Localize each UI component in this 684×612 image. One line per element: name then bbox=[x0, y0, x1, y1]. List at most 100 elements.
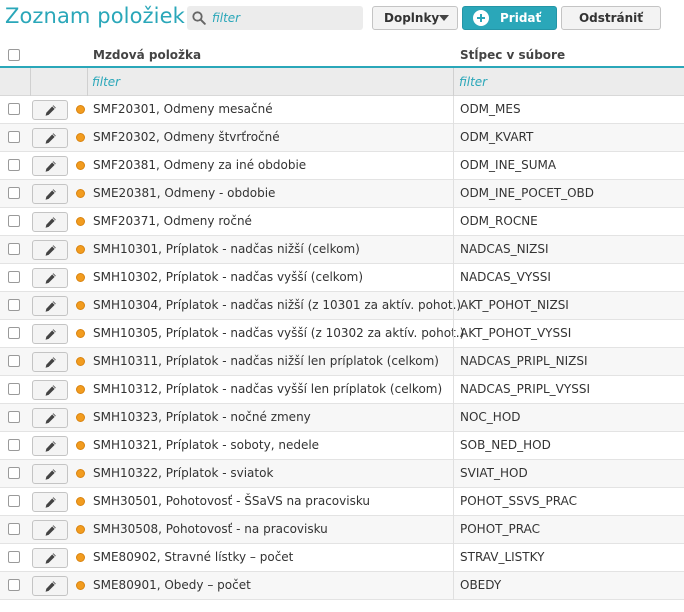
file-column-cell: NADCAS_PRIPL_VYSSI bbox=[460, 382, 590, 396]
row-checkbox[interactable] bbox=[8, 383, 20, 395]
edit-button[interactable] bbox=[32, 324, 68, 344]
add-button[interactable]: Pridať bbox=[462, 6, 557, 30]
row-checkbox[interactable] bbox=[8, 131, 20, 143]
table-row[interactable]: SMH10311, Príplatok - nadčas nižší len p… bbox=[0, 348, 684, 376]
table-row[interactable]: SMF20381, Odmeny za iné obdobie ODM_INE_S… bbox=[0, 152, 684, 180]
edit-button[interactable] bbox=[32, 184, 68, 204]
edit-button[interactable] bbox=[32, 464, 68, 484]
item-name-cell: SME80901, Obedy – počet bbox=[93, 578, 251, 592]
edit-button[interactable] bbox=[32, 352, 68, 372]
edit-button[interactable] bbox=[32, 520, 68, 540]
edit-button[interactable] bbox=[32, 212, 68, 232]
pencil-icon bbox=[45, 273, 56, 284]
edit-button[interactable] bbox=[32, 436, 68, 456]
filter-divider bbox=[30, 68, 31, 96]
column-divider bbox=[453, 488, 454, 516]
filter-input-column[interactable] bbox=[459, 73, 679, 91]
row-checkbox[interactable] bbox=[8, 299, 20, 311]
row-checkbox[interactable] bbox=[8, 439, 20, 451]
edit-button[interactable] bbox=[32, 100, 68, 120]
table-row[interactable]: SMH10305, Príplatok - nadčas vyšší (z 10… bbox=[0, 320, 684, 348]
edit-button[interactable] bbox=[32, 548, 68, 568]
file-column-cell: NADCAS_NIZSI bbox=[460, 242, 549, 256]
row-checkbox[interactable] bbox=[8, 103, 20, 115]
edit-button[interactable] bbox=[32, 128, 68, 148]
table-body: SMF20301, Odmeny mesačné ODM_MES SMF20302,… bbox=[0, 96, 684, 600]
pencil-icon bbox=[45, 189, 56, 200]
items-table: Mzdová položka Stĺpec v súbore SMF20301,… bbox=[0, 42, 684, 600]
status-dot-icon bbox=[76, 273, 85, 282]
row-checkbox[interactable] bbox=[8, 159, 20, 171]
column-header-column[interactable]: Stĺpec v súbore bbox=[460, 48, 565, 62]
search-box[interactable] bbox=[187, 6, 363, 30]
table-row[interactable]: SMH10322, Príplatok - sviatok SVIAT_HOD bbox=[0, 460, 684, 488]
pencil-icon bbox=[45, 441, 56, 452]
table-row[interactable]: SMF20371, Odmeny ročné ODM_ROCNE bbox=[0, 208, 684, 236]
table-row[interactable]: SMH10312, Príplatok - nadčas vyšší len p… bbox=[0, 376, 684, 404]
file-column-cell: SVIAT_HOD bbox=[460, 466, 528, 480]
edit-button[interactable] bbox=[32, 576, 68, 596]
row-checkbox[interactable] bbox=[8, 523, 20, 535]
status-dot-icon bbox=[76, 105, 85, 114]
table-row[interactable]: SMH10302, Príplatok - nadčas vyšší (celk… bbox=[0, 264, 684, 292]
add-label: Pridať bbox=[500, 11, 542, 25]
pencil-icon bbox=[45, 133, 56, 144]
row-checkbox[interactable] bbox=[8, 215, 20, 227]
row-checkbox[interactable] bbox=[8, 327, 20, 339]
remove-button[interactable]: Odstrániť bbox=[561, 6, 661, 30]
file-column-cell: STRAV_LISTKY bbox=[460, 550, 545, 564]
column-divider bbox=[453, 96, 454, 124]
column-divider bbox=[453, 208, 454, 236]
table-row[interactable]: SMH30501, Pohotovosť - ŠSaVS na pracovis… bbox=[0, 488, 684, 516]
table-header: Mzdová položka Stĺpec v súbore bbox=[0, 42, 684, 68]
filter-row bbox=[0, 68, 684, 96]
edit-button[interactable] bbox=[32, 268, 68, 288]
edit-button[interactable] bbox=[32, 408, 68, 428]
column-header-item[interactable]: Mzdová položka bbox=[93, 48, 201, 62]
file-column-cell: POHOT_SSVS_PRAC bbox=[460, 494, 578, 508]
select-all-checkbox[interactable] bbox=[8, 49, 20, 61]
file-column-cell: AKT_POHOT_NIZSI bbox=[460, 298, 569, 312]
edit-button[interactable] bbox=[32, 296, 68, 316]
table-row[interactable]: SME80901, Obedy – počet OBEDY bbox=[0, 572, 684, 600]
table-row[interactable]: SMH10323, Príplatok - nočné zmeny NOC_HOD bbox=[0, 404, 684, 432]
column-divider bbox=[453, 348, 454, 376]
table-row[interactable]: SME80902, Stravné lístky – počet STRAV_LI… bbox=[0, 544, 684, 572]
row-checkbox[interactable] bbox=[8, 243, 20, 255]
table-row[interactable]: SMF20301, Odmeny mesačné ODM_MES bbox=[0, 96, 684, 124]
item-name-cell: SMH30508, Pohotovosť - na pracovisku bbox=[93, 522, 328, 536]
table-row[interactable]: SME20381, Odmeny - obdobie ODM_INE_POCET_… bbox=[0, 180, 684, 208]
row-checkbox[interactable] bbox=[8, 551, 20, 563]
table-row[interactable]: SMF20302, Odmeny štvrťročné ODM_KVART bbox=[0, 124, 684, 152]
search-input[interactable] bbox=[212, 9, 357, 27]
pencil-icon bbox=[45, 105, 56, 116]
row-checkbox[interactable] bbox=[8, 271, 20, 283]
column-divider bbox=[453, 264, 454, 292]
filter-input-item[interactable] bbox=[92, 73, 447, 91]
edit-button[interactable] bbox=[32, 380, 68, 400]
item-name-cell: SMH10321, Príplatok - soboty, nedele bbox=[93, 438, 320, 452]
table-row[interactable]: SMH10321, Príplatok - soboty, nedele SOB_… bbox=[0, 432, 684, 460]
item-name-cell: SMF20371, Odmeny ročné bbox=[93, 214, 252, 228]
row-checkbox[interactable] bbox=[8, 495, 20, 507]
row-checkbox[interactable] bbox=[8, 467, 20, 479]
row-checkbox[interactable] bbox=[8, 187, 20, 199]
edit-button[interactable] bbox=[32, 492, 68, 512]
edit-button[interactable] bbox=[32, 156, 68, 176]
row-checkbox[interactable] bbox=[8, 579, 20, 591]
pencil-icon bbox=[45, 301, 56, 312]
file-column-cell: OBEDY bbox=[460, 578, 502, 592]
table-row[interactable]: SMH10301, Príplatok - nadčas nižší (celk… bbox=[0, 236, 684, 264]
item-name-cell: SME20381, Odmeny - obdobie bbox=[93, 186, 276, 200]
pencil-icon bbox=[45, 581, 56, 592]
row-checkbox[interactable] bbox=[8, 355, 20, 367]
table-row[interactable]: SMH30508, Pohotovosť - na pracovisku POHO… bbox=[0, 516, 684, 544]
edit-button[interactable] bbox=[32, 240, 68, 260]
column-divider bbox=[453, 516, 454, 544]
addons-dropdown-button[interactable]: Doplnky bbox=[372, 6, 458, 30]
item-name-cell: SME80902, Stravné lístky – počet bbox=[93, 550, 294, 564]
table-row[interactable]: SMH10304, Príplatok - nadčas nižší (z 10… bbox=[0, 292, 684, 320]
pencil-icon bbox=[45, 497, 56, 508]
status-dot-icon bbox=[76, 581, 85, 590]
row-checkbox[interactable] bbox=[8, 411, 20, 423]
